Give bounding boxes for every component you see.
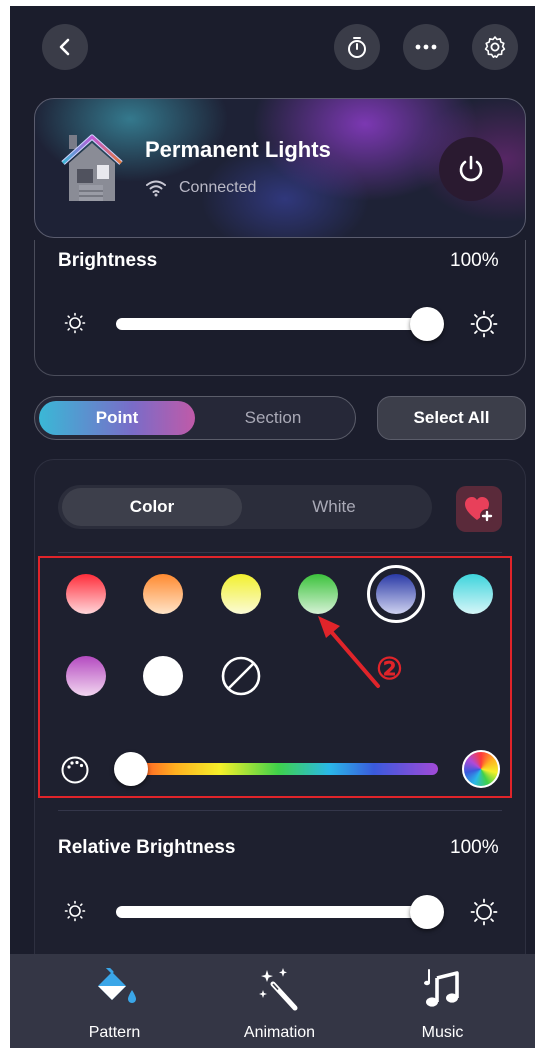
divider (58, 810, 502, 811)
heart-plus-icon (465, 497, 494, 523)
tab-pattern[interactable]: Pattern (27, 954, 202, 1048)
timer-button[interactable] (334, 24, 380, 70)
color-white-toggle: Color White (58, 485, 432, 529)
house-icon (61, 134, 123, 201)
sun-small-icon (64, 900, 86, 922)
relative-brightness-label: Relative Brightness (58, 837, 236, 858)
relative-brightness-track[interactable] (116, 906, 438, 918)
magic-wand-icon (258, 968, 297, 1011)
tab-point[interactable]: Point (39, 401, 195, 435)
relative-brightness-thumb[interactable] (410, 895, 444, 929)
tab-section[interactable]: Section (195, 401, 351, 435)
tab-white[interactable]: White (244, 488, 424, 526)
app-screen: Permanent Lights Connected Brightness 10… (10, 6, 535, 1048)
paint-bucket-icon (97, 968, 136, 1003)
chevron-left-icon (59, 38, 70, 56)
device-name: Permanent Lights (145, 137, 331, 162)
add-favorite-button[interactable] (456, 486, 502, 532)
point-section-toggle: Point Section (34, 396, 356, 440)
divider (58, 552, 502, 553)
annotation-number: ② (376, 653, 403, 686)
tab-color[interactable]: Color (62, 488, 242, 526)
tab-music-label: Music (421, 1024, 464, 1041)
more-button[interactable] (403, 24, 449, 70)
brightness-label: Brightness (58, 250, 158, 271)
relative-brightness-value: 100% (450, 837, 499, 858)
music-note-icon (423, 969, 459, 1007)
brightness-track[interactable] (116, 318, 438, 330)
sun-small-icon (64, 312, 86, 334)
gear-icon (484, 36, 506, 58)
annotation-highlight-box (38, 556, 512, 798)
stopwatch-icon (348, 37, 366, 58)
tab-animation[interactable]: Animation (192, 954, 367, 1048)
brightness-thumb[interactable] (410, 307, 444, 341)
back-button[interactable] (42, 24, 88, 70)
sun-large-icon (470, 310, 498, 338)
tab-music[interactable]: Music (355, 954, 530, 1048)
bottom-tab-bar: Pattern Animation Music (10, 954, 535, 1048)
tab-animation-label: Animation (243, 1024, 316, 1041)
device-card[interactable]: Permanent Lights Connected (34, 98, 526, 238)
power-button[interactable] (439, 137, 503, 201)
brightness-value: 100% (450, 250, 499, 271)
settings-button[interactable] (472, 24, 518, 70)
ellipsis-icon (415, 44, 437, 50)
connection-status: Connected (179, 179, 257, 196)
tab-pattern-label: Pattern (88, 1024, 141, 1041)
select-all-button[interactable]: Select All (377, 396, 526, 440)
sun-large-icon (470, 898, 498, 926)
wifi-icon (146, 180, 166, 197)
power-icon (459, 155, 483, 182)
